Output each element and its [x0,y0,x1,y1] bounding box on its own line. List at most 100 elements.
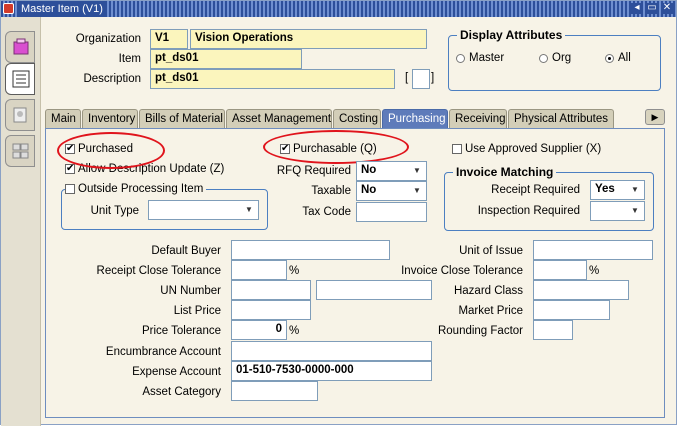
taxable-label: Taxable [311,185,351,197]
default-buyer-label: Default Buyer [151,245,221,257]
outside-processing-label: Outside Processing Item [78,183,204,195]
chevron-down-icon: ▼ [245,205,253,214]
grid-tab[interactable] [5,135,35,167]
inspection-required-select[interactable]: ▼ [590,201,645,221]
close-button[interactable]: ✕ [661,3,673,14]
unit-type-select[interactable]: ▼ [148,200,259,220]
market-price-field[interactable] [533,300,610,320]
description-field[interactable]: pt_ds01 [150,69,395,89]
title-bar: Master Item (V1) ◂ ▭ ✕ [1,1,676,17]
chevron-down-icon: ▼ [413,186,421,195]
receipt-close-tolerance-label: Receipt Close Tolerance [96,265,221,277]
allow-description-update-checkbox[interactable]: ✔ Allow Description Update (Z) [65,163,224,175]
tab-bills-of-material[interactable]: Bills of Material [139,109,225,129]
radio-master-label: Master [469,52,505,64]
chevron-down-icon: ▼ [631,185,639,194]
invoice-close-percent: % [589,265,600,277]
receipt-close-percent: % [289,265,300,277]
tab-inventory[interactable]: Inventory [82,109,138,129]
rfq-required-select[interactable]: No ▼ [356,161,427,181]
window-title: Master Item (V1) [17,1,107,17]
cube-icon [13,38,29,55]
encumbrance-account-field[interactable] [231,341,432,361]
tax-code-label: Tax Code [302,206,351,218]
rfq-required-label: RFQ Required [276,165,351,177]
list-price-field[interactable] [231,300,311,320]
list-icon [12,70,30,88]
organization-name-field[interactable]: Vision Operations [190,29,427,49]
catalog-tab[interactable] [5,99,35,131]
expense-account-field[interactable]: 01-510-7530-0000-000 [231,361,432,381]
use-approved-supplier-checkbox[interactable]: Use Approved Supplier (X) [452,143,601,155]
outside-processing-checkbox[interactable]: Outside Processing Item [65,183,207,195]
app-icon [3,3,14,14]
hazard-class-label: Hazard Class [453,285,523,297]
asset-category-label: Asset Category [142,386,221,398]
purchasable-checkbox[interactable]: ✔ Purchasable (Q) [280,143,377,155]
chevron-down-icon: ▼ [631,206,639,215]
un-number-label: UN Number [160,285,221,297]
master-item-window: Master Item (V1) ◂ ▭ ✕ Organization V1 V… [0,0,677,426]
item-label: Item [118,53,141,65]
taxable-select[interactable]: No ▼ [356,181,427,201]
purchasable-check-box: ✔ [280,143,290,154]
purchased-checkbox[interactable]: ✔ Purchased [65,143,133,155]
allow-description-update-check-box: ✔ [65,163,75,174]
description-flexfield[interactable] [412,69,430,89]
tab-physical-attributes[interactable]: Physical Attributes [508,109,614,129]
radio-all[interactable]: All [605,52,631,64]
invoice-matching-title: Invoice Matching [453,165,557,179]
chevron-down-icon: ▼ [413,166,421,175]
tab-scroll-right-button[interactable]: ▶ [645,109,665,125]
market-price-label: Market Price [458,305,523,317]
tab-main[interactable]: Main [45,109,81,129]
list-price-label: List Price [173,305,221,317]
un-number-field[interactable] [231,280,311,300]
default-buyer-field[interactable] [231,240,390,260]
item-tab[interactable] [5,31,35,63]
hazard-class-field[interactable] [533,280,629,300]
rounding-factor-field[interactable] [533,320,573,340]
display-attributes-title: Display Attributes [457,28,566,42]
receipt-close-tolerance-field[interactable] [231,260,287,280]
asset-category-field[interactable] [231,381,318,401]
unit-of-issue-field[interactable] [533,240,653,260]
maximize-button[interactable]: ▭ [646,3,658,14]
price-tolerance-field[interactable]: 0 [231,320,287,340]
receipt-required-label: Receipt Required [491,184,580,196]
description-flex-open: [ [405,72,409,84]
unit-of-issue-label: Unit of Issue [459,245,523,257]
tab-asset-management[interactable]: Asset Management [226,109,332,129]
tax-code-field[interactable] [356,202,427,222]
invoice-close-tolerance-field[interactable] [533,260,587,280]
allow-description-update-label: Allow Description Update (Z) [78,163,225,175]
radio-org-dot [539,53,548,63]
list-tab[interactable] [5,63,35,95]
rounding-factor-label: Rounding Factor [437,325,523,337]
taxable-value: No [361,184,377,196]
outside-processing-check-box [65,184,75,194]
un-number-description-field[interactable] [316,280,432,300]
tab-purchasing[interactable]: Purchasing [382,109,448,129]
organization-code-field[interactable]: V1 [150,29,188,49]
tab-costing[interactable]: Costing [333,109,381,129]
item-field[interactable]: pt_ds01 [150,49,302,69]
organization-label: Organization [75,33,141,45]
grid-icon [12,143,29,159]
price-tolerance-label: Price Tolerance [141,325,221,337]
tab-receiving[interactable]: Receiving [449,109,507,129]
use-approved-supplier-check-box [452,144,462,154]
radio-org[interactable]: Org [539,52,571,64]
radio-all-label: All [618,52,631,64]
radio-master[interactable]: Master [456,52,504,64]
inspection-required-label: Inspection Required [477,205,580,217]
restore-button[interactable]: ◂ [631,3,643,14]
receipt-required-select[interactable]: Yes ▼ [590,180,645,200]
purchased-label: Purchased [78,143,133,155]
encumbrance-account-label: Encumbrance Account [105,346,221,358]
invoice-close-tolerance-label: Invoice Close Tolerance [401,265,523,277]
purchased-check-box: ✔ [65,143,75,154]
description-label: Description [83,73,141,85]
use-approved-supplier-label: Use Approved Supplier (X) [465,143,602,155]
expense-account-label: Expense Account [132,366,221,378]
